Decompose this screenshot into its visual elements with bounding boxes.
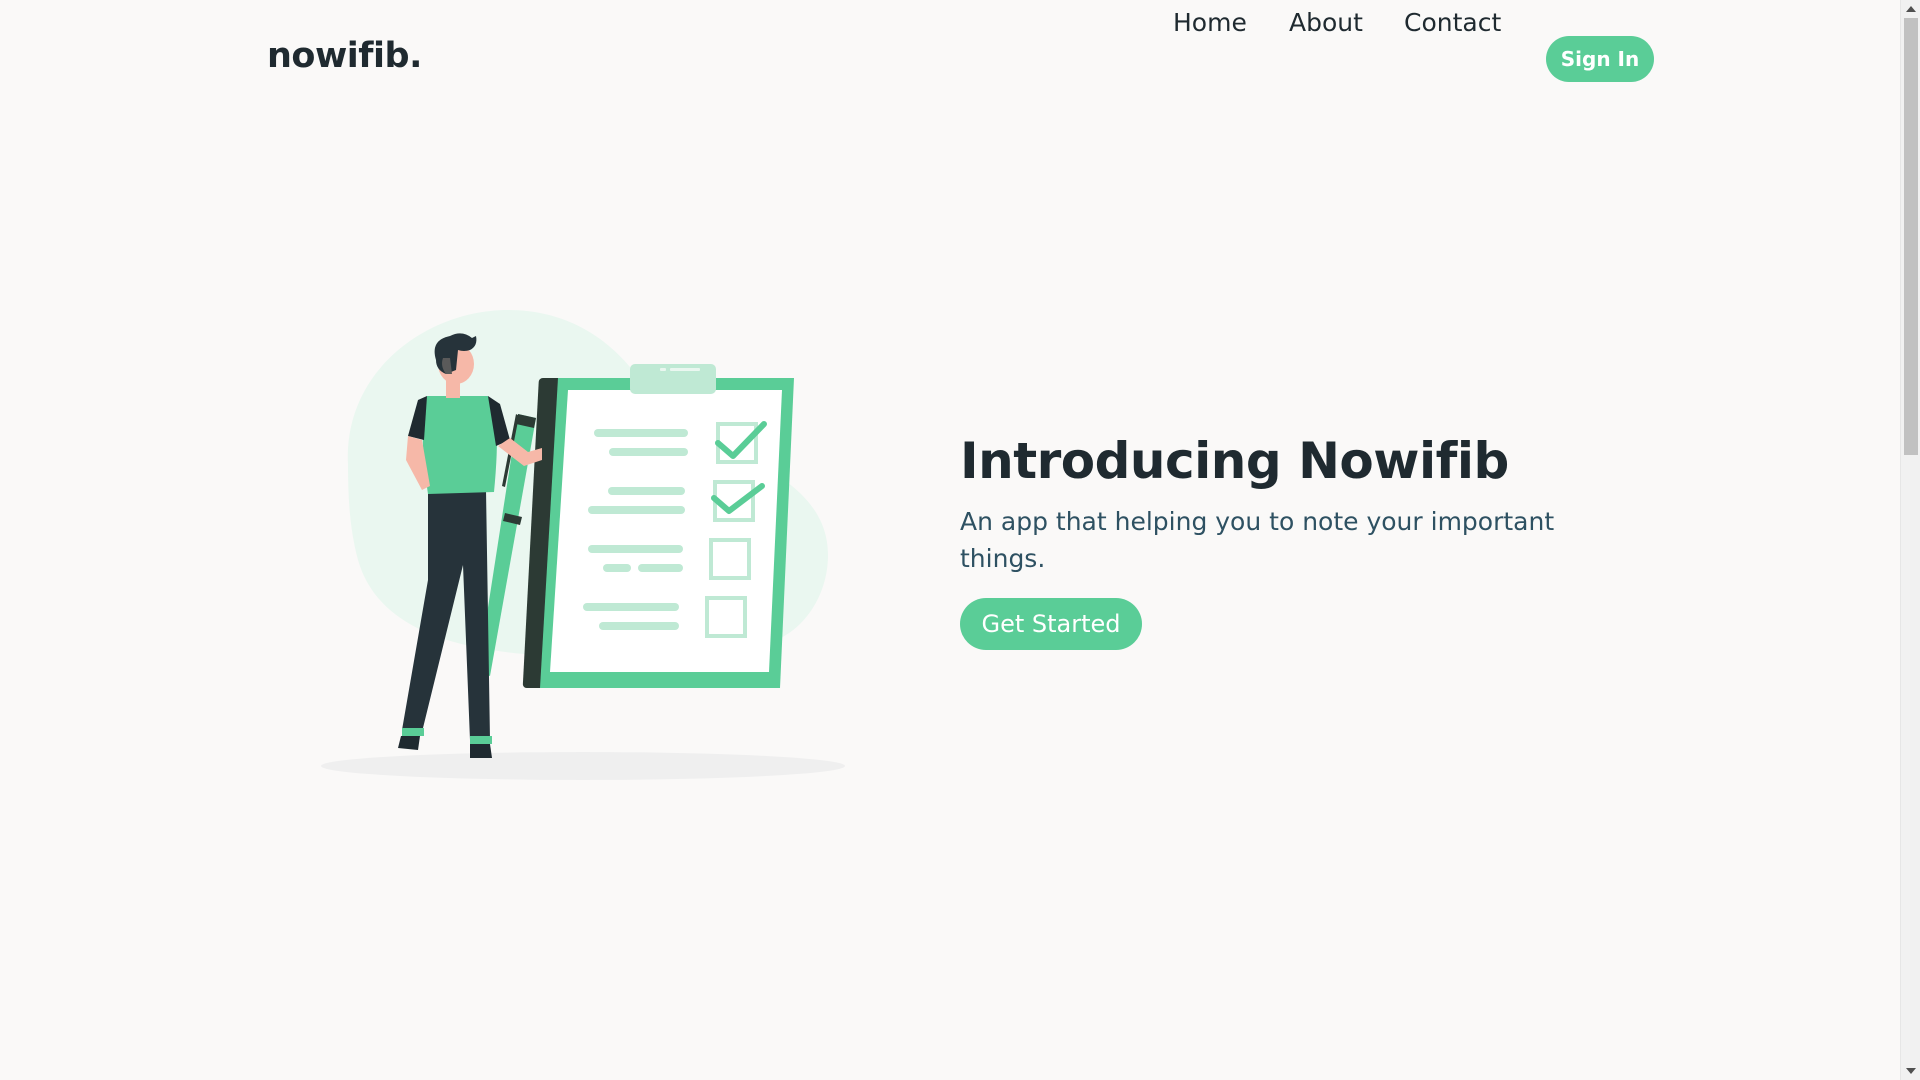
scroll-down-arrow-icon[interactable] — [1906, 1068, 1916, 1074]
vertical-scrollbar[interactable] — [1900, 0, 1920, 1080]
scroll-up-arrow-icon[interactable] — [1906, 6, 1916, 12]
hero-illustration — [321, 310, 845, 780]
sign-in-button[interactable]: Sign In — [1546, 36, 1654, 82]
hero-title: Introducing Nowifib — [960, 432, 1509, 490]
person-torso — [422, 396, 497, 494]
scroll-thumb[interactable] — [1904, 18, 1918, 455]
brand-logo[interactable]: nowifib. — [267, 36, 422, 76]
nav-link-home[interactable]: Home — [1173, 8, 1247, 37]
landing-page: nowifib. Home About Contact Sign In Intr… — [0, 0, 1900, 1080]
hero-subtitle: An app that helping you to note your imp… — [960, 507, 1555, 573]
nav-link-about[interactable]: About — [1289, 8, 1363, 37]
nav-link-contact[interactable]: Contact — [1404, 8, 1501, 37]
get-started-button[interactable]: Get Started — [960, 598, 1142, 650]
ground-shadow — [321, 752, 845, 780]
